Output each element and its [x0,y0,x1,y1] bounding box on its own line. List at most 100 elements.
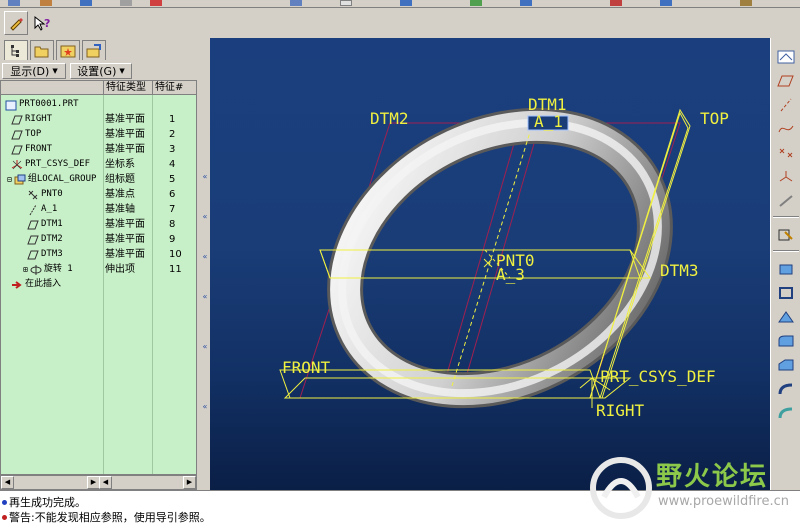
rib-tool-button[interactable] [775,378,797,400]
tree-item[interactable]: DTM3 基准平面 10 [1,247,196,262]
datum-toolbar [770,38,800,490]
scroll-left-button[interactable]: ◀ [1,476,14,489]
group-icon [14,174,26,186]
label-top[interactable]: TOP [700,109,729,128]
datum-point-pnt0[interactable] [483,258,493,268]
scroll-left-button[interactable]: ◀ [99,476,112,489]
tab-favorites[interactable] [56,40,80,60]
toolbar-icon[interactable] [340,0,352,6]
datum-point-tool-button[interactable] [775,142,797,164]
toolbar-icon[interactable] [660,0,672,6]
round-tool-button[interactable] [775,330,797,352]
datum-plane-icon [11,129,23,141]
tab-connections[interactable] [82,40,106,60]
tree-item[interactable]: FRONT 基准平面 3 [1,142,196,157]
shell-tool-button[interactable] [775,282,797,304]
collapse-arrow-icon[interactable]: « [200,292,210,302]
collapse-arrow-icon[interactable]: « [200,402,210,412]
tree-item[interactable]: ⊟ 组LOCAL_GROUP 组标题 5 [1,172,196,187]
edit-definition-button[interactable] [4,11,28,35]
tree-item-number: 3 [169,144,176,155]
tree-horizontal-scrollbar[interactable]: ◀ ▶ ◀ ▶ [0,475,197,490]
tree-item[interactable]: PRT_CSYS_DEF 坐标系 4 [1,157,196,172]
tree-item[interactable]: ⊞ 旋转 1 伸出项 11 [1,262,196,277]
status-message-1-text: 再生成功完成。 [9,496,86,509]
shell-icon [779,287,793,299]
datum-plane-tool-button[interactable] [775,70,797,92]
warning-bullet-icon [2,514,7,520]
tree-item-name: DTM1 [27,217,63,232]
datum-display-button[interactable] [775,46,797,68]
collapse-arrow-icon[interactable]: « [200,342,210,352]
tab-model-tree[interactable] [4,40,28,60]
tree-item-type: 基准轴 [105,204,135,215]
tree-item-label: PRT_CSYS_DEF [25,159,91,169]
tree-item-label: DTM2 [41,234,63,244]
expand-toggle-icon[interactable]: ⊞ [23,262,28,277]
toolbar-icon[interactable] [290,0,302,6]
toolbar-icon[interactable] [80,0,92,6]
toolbar-icon[interactable] [400,0,412,6]
tree-item-label: PNT0 [41,189,63,199]
column-header-type[interactable]: 特征类型 [103,81,152,95]
collapse-arrow-icon[interactable]: « [200,172,210,182]
draft-tool-button[interactable] [775,306,797,328]
toolbar-icon[interactable] [40,0,52,6]
coordinate-system-tool-button[interactable] [775,166,797,188]
collapse-toggle-icon[interactable]: ⊟ [7,172,12,187]
settings-menu-button[interactable]: 设置(G) ▼ [70,63,132,79]
extrude-tool-button[interactable] [775,258,797,280]
forum-watermark: 野火论坛 www.proewildfire.cn [588,454,800,523]
collapse-arrow-icon[interactable]: « [200,212,210,222]
sketch-icon [778,229,793,241]
tree-item-type: 伸出项 [105,264,135,275]
forum-logo-icon [590,457,652,519]
secondary-toolbar: ? [0,8,800,38]
analysis-tool-button[interactable] [775,190,797,212]
tree-item-number: 4 [169,159,176,170]
toolbar-icon[interactable] [120,0,132,6]
tab-folder-browser[interactable] [30,40,54,60]
tree-item[interactable]: A_1 基准轴 7 [1,202,196,217]
toolbar-icon[interactable] [740,0,752,6]
tree-item-name: PRT0001.PRT [5,97,79,112]
tree-item[interactable]: TOP 基准平面 2 [1,127,196,142]
sketch-tool-button[interactable] [775,224,797,246]
label-csys[interactable]: PRT_CSYS_DEF [600,367,716,386]
label-front[interactable]: FRONT [282,358,331,377]
toolbar-icon[interactable] [470,0,482,6]
label-dtm3[interactable]: DTM3 [660,261,699,280]
tree-item[interactable]: DTM1 基准平面 8 [1,217,196,232]
graphics-window[interactable]: DTM1 DTM2 TOP DTM3 FRONT PRT_CSYS_DEF RI… [210,38,770,490]
dropdown-arrow-icon: ▼ [119,67,125,75]
scroll-right-button[interactable]: ▶ [183,476,196,489]
svg-text:?: ? [44,17,50,30]
display-menu-button[interactable]: 显示(D) ▼ [2,63,66,79]
toolbar-icon[interactable] [610,0,622,6]
collapse-arrow-icon[interactable]: « [200,252,210,262]
tree-item[interactable]: PNT0 基准点 6 [1,187,196,202]
tree-icon [11,44,19,57]
label-a1[interactable]: A_1 [534,112,563,131]
datum-axis-tool-button[interactable] [775,94,797,116]
toolbar-icon[interactable] [520,0,532,6]
column-header-name[interactable] [1,81,103,95]
label-dtm2[interactable]: DTM2 [370,109,409,128]
datum-curve-tool-button[interactable] [775,118,797,140]
context-help-button[interactable]: ? [30,11,54,35]
column-header-number[interactable]: 特征# [152,81,196,95]
panel-tabs [0,38,203,62]
toolbar-icon[interactable] [150,0,162,6]
tree-root[interactable]: PRT0001.PRT [1,97,196,112]
model-viewport[interactable]: DTM1 DTM2 TOP DTM3 FRONT PRT_CSYS_DEF RI… [210,38,770,490]
insert-here-marker[interactable]: 在此插入 [1,277,196,292]
hole-tool-button[interactable] [775,402,797,424]
label-right[interactable]: RIGHT [596,401,645,420]
tree-item[interactable]: RIGHT 基准平面 1 [1,112,196,127]
tree-item-label: TOP [25,129,42,139]
chamfer-tool-button[interactable] [775,354,797,376]
tree-item[interactable]: DTM2 基准平面 9 [1,232,196,247]
toolbar-icon[interactable] [8,0,20,6]
panel-splitter[interactable]: « « « « « « [200,38,210,490]
label-a3[interactable]: A_3 [496,265,525,284]
